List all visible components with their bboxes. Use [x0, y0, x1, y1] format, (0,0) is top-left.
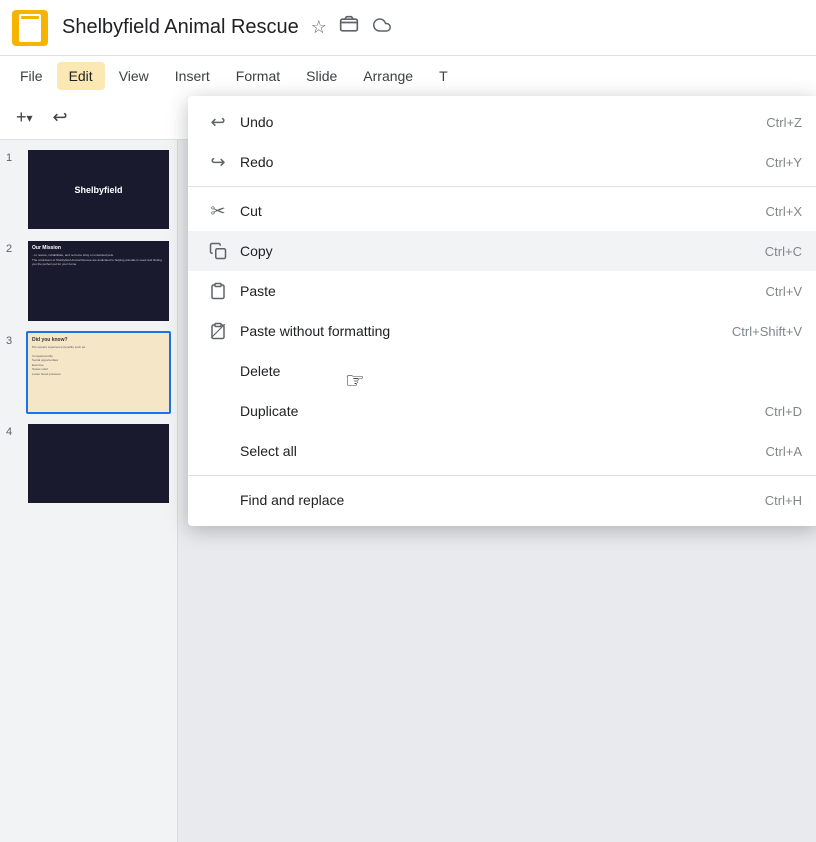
- slide3-title: Did you know?: [32, 337, 165, 343]
- paste-menu-icon: [204, 282, 232, 300]
- add-icon: +: [16, 107, 27, 128]
- select-all-label: Select all: [232, 443, 726, 459]
- slide-thumbnail-2: Our Mission ...to rescue, rehabilitate, …: [26, 239, 171, 322]
- menu-bar: File Edit View Insert Format Slide Arran…: [0, 56, 816, 96]
- menu-paste-without-formatting[interactable]: Paste without formatting Ctrl+Shift+V: [188, 311, 816, 351]
- separator-1: [188, 186, 816, 187]
- menu-item-view[interactable]: View: [107, 62, 161, 90]
- find-replace-shortcut: Ctrl+H: [725, 493, 802, 508]
- redo-label: Redo: [232, 154, 726, 170]
- slide-item-2[interactable]: 2 Our Mission ...to rescue, rehabilitate…: [6, 239, 171, 322]
- undo-shortcut: Ctrl+Z: [726, 115, 802, 130]
- duplicate-label: Duplicate: [232, 403, 725, 419]
- slide-number-2: 2: [6, 243, 20, 255]
- slide1-title-text: Shelbyfield: [74, 185, 122, 195]
- slide-number-4: 4: [6, 426, 20, 438]
- slides-panel: 1 Shelbyfield 2 Our Mission ...to rescue…: [0, 140, 178, 842]
- add-dropdown-icon: ▾: [27, 111, 33, 125]
- menu-item-slide[interactable]: Slide: [294, 62, 349, 90]
- menu-delete[interactable]: Delete: [188, 351, 816, 391]
- folder-move-icon[interactable]: [339, 15, 359, 40]
- app-logo: [12, 10, 48, 46]
- undo-label: Undo: [232, 114, 726, 130]
- star-icon[interactable]: ☆: [311, 17, 327, 38]
- menu-redo[interactable]: ↪ Redo Ctrl+Y: [188, 142, 816, 182]
- slide2-title: Our Mission: [32, 245, 165, 251]
- menu-item-insert[interactable]: Insert: [163, 62, 222, 90]
- delete-label: Delete: [232, 363, 762, 379]
- undo-button[interactable]: ↩: [45, 103, 76, 132]
- menu-item-file[interactable]: File: [8, 62, 55, 90]
- menu-item-arrange[interactable]: Arrange: [351, 62, 425, 90]
- edit-dropdown-menu: ↩ Undo Ctrl+Z ↪ Redo Ctrl+Y ✂ Cut Ctrl+X…: [188, 96, 816, 526]
- slide-number-3: 3: [6, 335, 20, 347]
- copy-shortcut: Ctrl+C: [725, 244, 802, 259]
- menu-item-more[interactable]: T: [427, 62, 460, 90]
- paste-label: Paste: [232, 283, 726, 299]
- menu-item-format[interactable]: Format: [224, 62, 292, 90]
- slide-item-1[interactable]: 1 Shelbyfield: [6, 148, 171, 231]
- menu-item-edit[interactable]: Edit: [57, 62, 105, 90]
- slide-item-3[interactable]: 3 Did you know? Pet owners experience be…: [6, 331, 171, 414]
- document-title: Shelbyfield Animal Rescue: [62, 16, 299, 39]
- undo-icon: ↩: [53, 107, 68, 128]
- slide-item-4[interactable]: 4: [6, 422, 171, 505]
- title-icons: ☆: [311, 15, 393, 40]
- copy-menu-icon: [204, 242, 232, 260]
- cut-menu-icon: ✂: [204, 201, 232, 222]
- title-bar: Shelbyfield Animal Rescue ☆: [0, 0, 816, 56]
- slide3-body: Pet owners experience benefits such as: …: [32, 345, 165, 377]
- find-replace-label: Find and replace: [232, 492, 725, 508]
- slide-thumbnail-1: Shelbyfield: [26, 148, 171, 231]
- redo-shortcut: Ctrl+Y: [726, 155, 802, 170]
- add-slide-button[interactable]: + ▾: [8, 103, 41, 132]
- cloud-icon[interactable]: [371, 16, 393, 39]
- slide-thumbnail-4: [26, 422, 171, 505]
- menu-copy[interactable]: Copy Ctrl+C: [188, 231, 816, 271]
- slide-number-1: 1: [6, 152, 20, 164]
- separator-2: [188, 475, 816, 476]
- paste-no-format-label: Paste without formatting: [232, 323, 692, 339]
- slide-thumbnail-3: Did you know? Pet owners experience bene…: [26, 331, 171, 414]
- menu-paste[interactable]: Paste Ctrl+V: [188, 271, 816, 311]
- undo-menu-icon: ↩: [204, 112, 232, 133]
- paste-no-format-shortcut: Ctrl+Shift+V: [692, 324, 802, 339]
- redo-menu-icon: ↪: [204, 152, 232, 173]
- menu-select-all[interactable]: Select all Ctrl+A: [188, 431, 816, 471]
- menu-cut[interactable]: ✂ Cut Ctrl+X: [188, 191, 816, 231]
- paste-no-format-icon: [204, 322, 232, 340]
- paste-shortcut: Ctrl+V: [726, 284, 802, 299]
- slide2-body: ...to rescue, rehabilitate, and re-home …: [32, 253, 165, 266]
- menu-find-replace[interactable]: Find and replace Ctrl+H: [188, 480, 816, 520]
- menu-duplicate[interactable]: Duplicate Ctrl+D: [188, 391, 816, 431]
- menu-undo[interactable]: ↩ Undo Ctrl+Z: [188, 102, 816, 142]
- app-logo-inner: [19, 14, 41, 42]
- cut-shortcut: Ctrl+X: [726, 204, 802, 219]
- duplicate-shortcut: Ctrl+D: [725, 404, 802, 419]
- cut-label: Cut: [232, 203, 726, 219]
- select-all-shortcut: Ctrl+A: [726, 444, 802, 459]
- copy-label: Copy: [232, 243, 725, 259]
